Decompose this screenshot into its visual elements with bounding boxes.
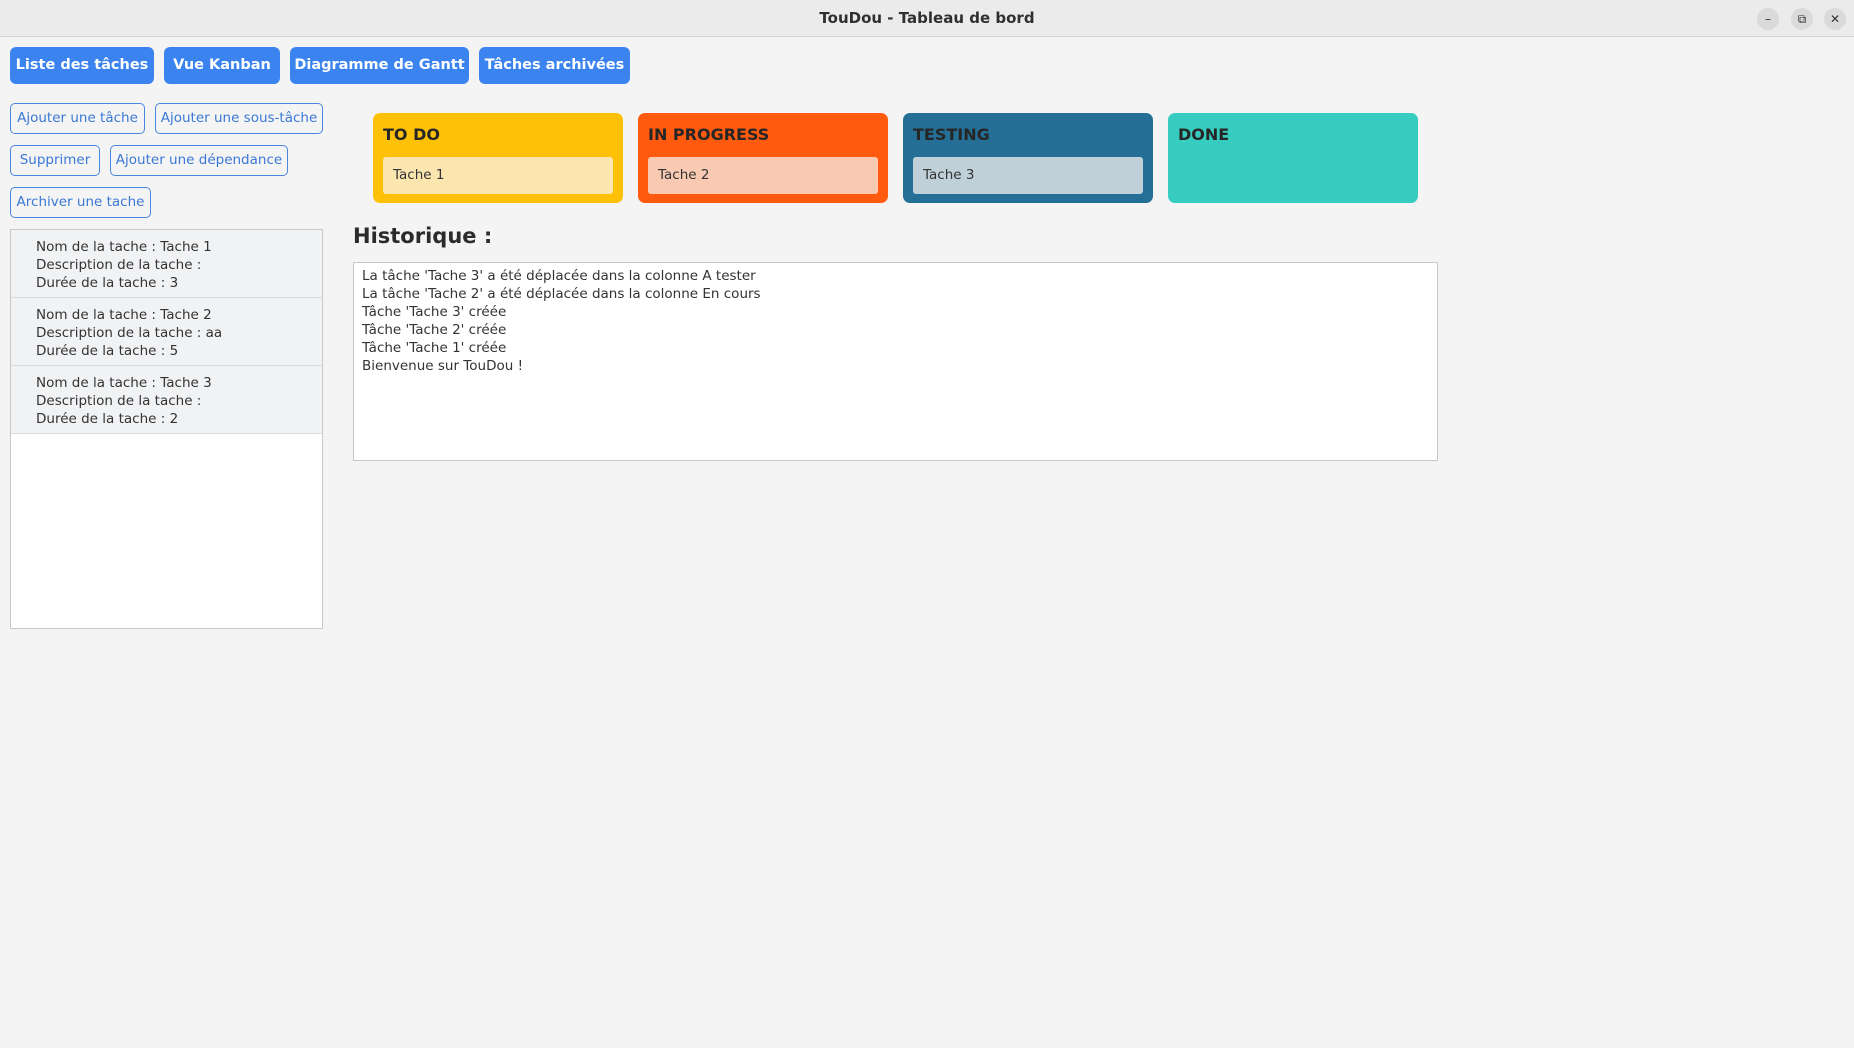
list-item[interactable]: Nom de la tache : Tache 1 Description de… xyxy=(11,230,322,298)
task-duration: Durée de la tache : 5 xyxy=(36,343,179,359)
history-title: Historique : xyxy=(353,224,493,248)
kanban-column-in-progress[interactable]: IN PROGRESS Tache 2 xyxy=(638,113,888,203)
kanban-card[interactable]: Tache 3 xyxy=(913,157,1143,194)
window-title: TouDou - Tableau de bord xyxy=(819,9,1035,27)
history-line: La tâche 'Tache 2' a été déplacée dans l… xyxy=(362,286,761,302)
list-item[interactable]: Nom de la tache : Tache 3 Description de… xyxy=(11,366,322,434)
minimize-icon[interactable]: – xyxy=(1757,8,1779,30)
column-title: TO DO xyxy=(383,125,440,144)
delete-button[interactable]: Supprimer xyxy=(10,145,100,176)
restore-icon[interactable]: ⧉ xyxy=(1791,8,1813,30)
kanban-card[interactable]: Tache 2 xyxy=(648,157,878,194)
column-title: DONE xyxy=(1178,125,1230,144)
add-dependency-button[interactable]: Ajouter une dépendance xyxy=(110,145,288,176)
task-name: Nom de la tache : Tache 3 xyxy=(36,375,212,391)
column-title: TESTING xyxy=(913,125,990,144)
nav-task-list-button[interactable]: Liste des tâches xyxy=(10,47,154,84)
nav-gantt-button[interactable]: Diagramme de Gantt xyxy=(290,47,469,84)
title-bar: TouDou - Tableau de bord – ⧉ ✕ xyxy=(0,0,1854,37)
task-description: Description de la tache : xyxy=(36,257,202,273)
task-name: Nom de la tache : Tache 1 xyxy=(36,239,212,255)
kanban-card[interactable]: Tache 1 xyxy=(383,157,613,194)
add-task-button[interactable]: Ajouter une tâche xyxy=(10,103,145,134)
column-title: IN PROGRESS xyxy=(648,125,770,144)
task-duration: Durée de la tache : 2 xyxy=(36,411,179,427)
kanban-column-testing[interactable]: TESTING Tache 3 xyxy=(903,113,1153,203)
task-list[interactable]: Nom de la tache : Tache 1 Description de… xyxy=(10,229,323,629)
kanban-column-done[interactable]: DONE xyxy=(1168,113,1418,203)
task-duration: Durée de la tache : 3 xyxy=(36,275,179,291)
nav-archived-button[interactable]: Tâches archivées xyxy=(479,47,630,84)
close-icon[interactable]: ✕ xyxy=(1824,8,1846,30)
archive-task-button[interactable]: Archiver une tache xyxy=(10,187,151,218)
history-line: Tâche 'Tache 2' créée xyxy=(362,322,507,338)
history-line: Tâche 'Tache 3' créée xyxy=(362,304,507,320)
history-log[interactable]: La tâche 'Tache 3' a été déplacée dans l… xyxy=(353,262,1438,461)
history-line: Bienvenue sur TouDou ! xyxy=(362,358,523,374)
task-description: Description de la tache : aa xyxy=(36,325,223,341)
list-item[interactable]: Nom de la tache : Tache 2 Description de… xyxy=(11,298,322,366)
task-name: Nom de la tache : Tache 2 xyxy=(36,307,212,323)
history-line: Tâche 'Tache 1' créée xyxy=(362,340,507,356)
nav-kanban-button[interactable]: Vue Kanban xyxy=(164,47,280,84)
history-line: La tâche 'Tache 3' a été déplacée dans l… xyxy=(362,268,756,284)
kanban-column-todo[interactable]: TO DO Tache 1 xyxy=(373,113,623,203)
add-subtask-button[interactable]: Ajouter une sous-tâche xyxy=(155,103,323,134)
task-description: Description de la tache : xyxy=(36,393,202,409)
